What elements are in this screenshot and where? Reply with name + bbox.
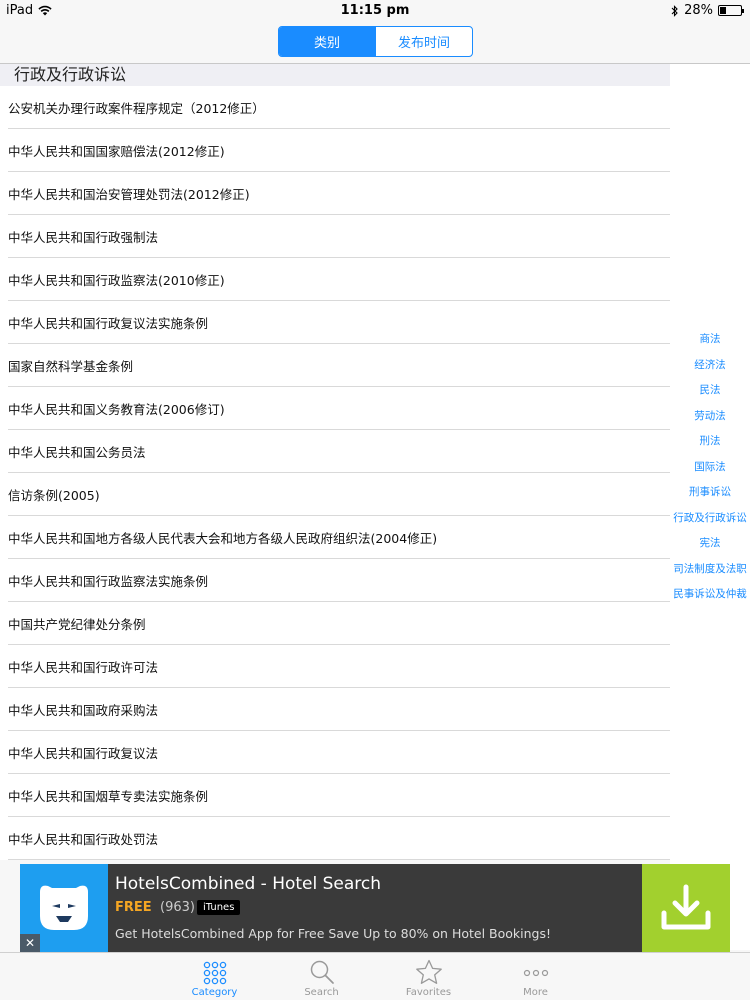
section-index-item[interactable]: 民法 [670,378,750,404]
law-title: 中华人民共和国行政监察法实施条例 [8,574,209,589]
law-list-item[interactable]: 中华人民共和国义务教育法(2006修订) [0,387,670,430]
battery-fill [720,7,726,14]
law-title: 国家自然科学基金条例 [8,359,134,374]
bluetooth-icon [671,4,678,17]
section-index-item[interactable]: 经济法 [670,353,750,379]
ad-rating-count: (963) [160,900,195,915]
law-list-item[interactable]: 中华人民共和国行政许可法 [0,645,670,688]
tab-favorites[interactable]: Favorites [375,953,482,1000]
navigation-bar: 类别 发布时间 [0,22,750,64]
status-time: 11:15 pm [340,3,410,18]
search-icon [310,960,334,984]
law-title: 中华人民共和国行政复议法实施条例 [8,316,209,331]
law-list-item[interactable]: 中华人民共和国行政处罚法 [0,817,670,860]
section-index-items: 商法 经济法 民法 劳动法 刑法 国际法 刑事诉讼 行政及行政诉讼 宪法 司法制度及法职 民事诉讼及… [670,327,750,608]
law-title: 中华人民共和国公务员法 [8,445,146,460]
law-list-item[interactable]: 中华人民共和国地方各级人民代表大会和地方各级人民政府组织法(2004修正) [0,516,670,559]
tab-search-label: Search [304,987,339,998]
law-title: 中华人民共和国义务教育法(2006修订) [8,402,225,417]
law-title: 中华人民共和国国家赔偿法(2012修正) [8,144,225,159]
law-list-item[interactable]: 中华人民共和国行政强制法 [0,215,670,258]
law-list-item[interactable]: 中华人民共和国政府采购法 [0,688,670,731]
section-index: 商法 经济法 民法 劳动法 刑法 国际法 刑事诉讼 行政及行政诉讼 宪法 司法制度及法职 民事诉讼及… [670,64,750,950]
ad-title: HotelsCombined - Hotel Search [115,874,382,894]
tab-category-label: Category [191,987,238,998]
law-list-item[interactable]: 中华人民共和国行政监察法(2010修正) [0,258,670,301]
law-title: 公安机关办理行政案件程序规定（2012修正） [8,101,265,116]
ad-price: FREE [115,900,152,915]
itunes-badge: iTunes [197,900,241,915]
law-list-item[interactable]: 中华人民共和国公务员法 [0,430,670,473]
law-title: 中国共产党纪律处分条例 [8,617,146,632]
law-title: 中华人民共和国政府采购法 [8,703,159,718]
download-icon [661,884,711,930]
section-header: 行政及行政诉讼 [0,64,670,86]
law-title: 中华人民共和国治安管理处罚法(2012修正) [8,187,250,202]
law-list-item[interactable]: 信访条例(2005) [0,473,670,516]
law-title: 信访条例(2005) [8,488,100,503]
law-title: 中华人民共和国行政处罚法 [8,832,159,847]
tab-category[interactable]: Category [161,953,268,1000]
law-title: 中华人民共和国行政强制法 [8,230,159,245]
section-index-item[interactable]: 刑事诉讼 [670,480,750,506]
ad-banner[interactable]: HotelsCombined - Hotel Search FREE (963)… [20,864,730,952]
law-list-item[interactable]: 公安机关办理行政案件程序规定（2012修正） [0,86,670,129]
battery-icon [718,5,744,16]
section-index-item[interactable]: 司法制度及法职 [670,557,750,583]
status-right: 28% [671,3,744,18]
law-list-item[interactable]: 中华人民共和国行政监察法实施条例 [0,559,670,602]
section-index-item[interactable]: 商法 [670,327,750,353]
law-list-item[interactable]: 中华人民共和国国家赔偿法(2012修正) [0,129,670,172]
law-title: 中华人民共和国烟草专卖法实施条例 [8,789,209,804]
section-index-item[interactable]: 行政及行政诉讼 [670,506,750,532]
tab-favorites-label: Favorites [405,987,452,998]
law-list-item[interactable]: 中国共产党纪律处分条例 [0,602,670,645]
law-title: 中华人民共和国地方各级人民代表大会和地方各级人民政府组织法(2004修正) [8,531,438,546]
segment-category[interactable]: 类别 [279,27,375,56]
section-index-item[interactable]: 民事诉讼及仲裁 [670,582,750,608]
grid-icon [203,961,226,985]
section-index-item[interactable]: 国际法 [670,455,750,481]
law-list-item[interactable]: 国家自然科学基金条例 [0,344,670,387]
segmented-control: 类别 发布时间 [278,26,473,57]
tab-more-label: More [523,987,548,998]
segment-publish-time[interactable]: 发布时间 [375,27,472,56]
law-list-item[interactable]: 中华人民共和国治安管理处罚法(2012修正) [0,172,670,215]
law-title: 中华人民共和国行政监察法(2010修正) [8,273,225,288]
law-list-item[interactable]: 中华人民共和国行政复议法 [0,731,670,774]
star-icon [415,959,442,984]
tab-bar: Category Search Favorites More [0,952,750,1000]
tab-more[interactable]: More [482,953,589,1000]
section-index-item[interactable]: 劳动法 [670,404,750,430]
ad-description: Get HotelsCombined App for Free Save Up … [115,926,551,941]
law-list: 公安机关办理行政案件程序规定（2012修正） 中华人民共和国国家赔偿法(2012修… [0,86,670,860]
more-icon [523,969,548,977]
law-title: 中华人民共和国行政复议法 [8,746,159,761]
status-bar: iPad 11:15 pm 28% [0,0,750,22]
section-index-item[interactable]: 刑法 [670,429,750,455]
law-title: 中华人民共和国行政许可法 [8,660,159,675]
ad-close-button[interactable]: ✕ [20,934,40,952]
law-list-item[interactable]: 中华人民共和国行政复议法实施条例 [0,301,670,344]
battery-percent: 28% [684,3,713,18]
ad-download-button[interactable] [642,864,730,952]
law-list-item[interactable]: 中华人民共和国烟草专卖法实施条例 [0,774,670,817]
tab-search[interactable]: Search [268,953,375,1000]
section-index-item[interactable]: 宪法 [670,531,750,557]
